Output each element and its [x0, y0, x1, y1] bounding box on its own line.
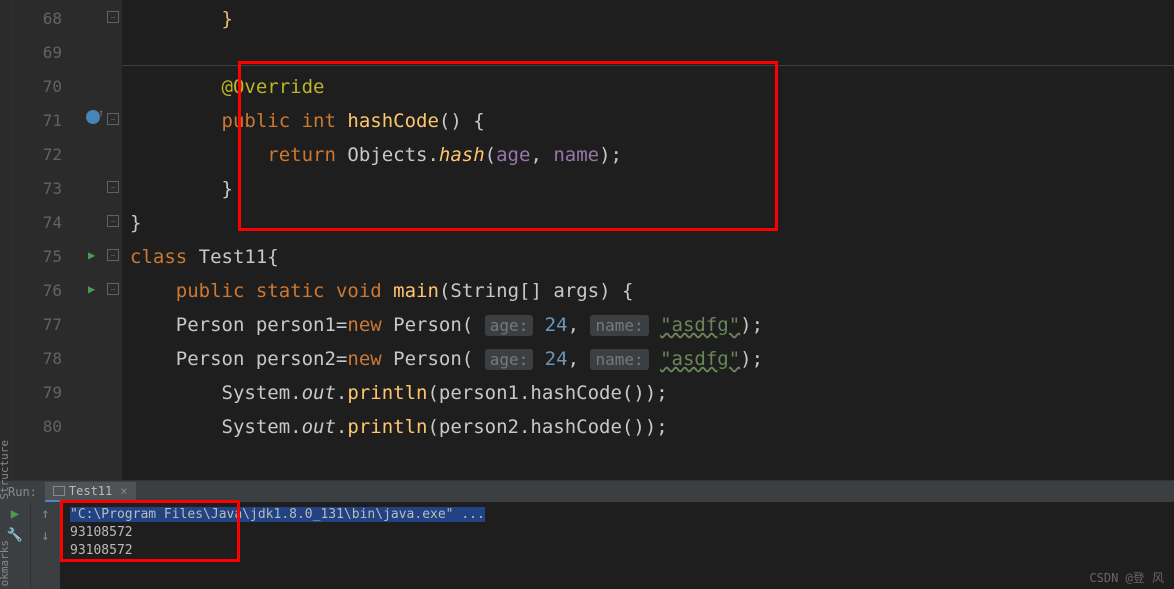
run-panel-header: Run: Test11 × — [0, 480, 1174, 502]
line-number[interactable]: 75 — [12, 240, 86, 274]
line-number[interactable]: 80 — [12, 410, 86, 444]
line-number[interactable]: 74 — [12, 206, 86, 240]
fold-icon[interactable]: − — [107, 283, 119, 295]
fold-icon[interactable]: − — [107, 215, 119, 227]
run-panel-body: ▶ 🔧 ↑ ↓ "C:\Program Files\Java\jdk1.8.0_… — [0, 502, 1174, 589]
structure-tab[interactable]: Structure — [0, 440, 11, 500]
console-output[interactable]: "C:\Program Files\Java\jdk1.8.0_131\bin\… — [60, 502, 1174, 589]
code-area[interactable]: } @Override public int hashCode() { retu… — [122, 0, 1174, 480]
line-number[interactable]: 78 — [12, 342, 86, 376]
line-number[interactable]: 68 — [12, 2, 86, 36]
code-line[interactable]: } — [122, 206, 1174, 240]
fold-icon[interactable]: − — [107, 11, 119, 23]
fold-icon[interactable]: − — [107, 249, 119, 261]
rerun-icon[interactable]: ▶ — [11, 506, 19, 522]
param-hint: age: — [485, 315, 534, 336]
code-line[interactable]: public int hashCode() { — [122, 104, 1174, 138]
down-icon[interactable]: ↓ — [41, 528, 49, 544]
run-tab[interactable]: Test11 × — [45, 482, 136, 502]
override-icon[interactable]: ↑ — [86, 110, 100, 124]
code-line[interactable]: public static void main(String[] args) { — [122, 274, 1174, 308]
gutter: 68 69 70 71 72 73 74 75 76 77 78 79 80 — [12, 0, 86, 480]
param-hint: name: — [590, 349, 648, 370]
code-line[interactable]: System.out.println(person2.hashCode()); — [122, 410, 1174, 444]
code-line[interactable]: } — [122, 2, 1174, 36]
console-line: 93108572 — [70, 524, 1164, 542]
line-number[interactable]: 69 — [12, 36, 86, 70]
line-number[interactable]: 76 — [12, 274, 86, 308]
run-tab-label: Test11 — [69, 484, 112, 498]
run-gutter-icon[interactable]: ▶ — [88, 282, 95, 296]
watermark: CSDN @登 风 — [1089, 569, 1164, 586]
method-separator — [122, 65, 1174, 66]
fold-icon[interactable]: − — [107, 113, 119, 125]
code-line[interactable]: System.out.println(person1.hashCode()); — [122, 376, 1174, 410]
code-line[interactable]: class Test11{ — [122, 240, 1174, 274]
fold-icon[interactable]: − — [107, 181, 119, 193]
line-number[interactable]: 72 — [12, 138, 86, 172]
param-hint: name: — [590, 315, 648, 336]
fold-column: − − − − − − — [104, 0, 122, 480]
editor-area: 68 69 70 71 72 73 74 75 76 77 78 79 80 ↑… — [0, 0, 1174, 480]
line-number[interactable]: 70 — [12, 70, 86, 104]
run-toolbar-right: ↑ ↓ — [30, 502, 60, 589]
code-line[interactable]: Person person1=new Person( age: 24, name… — [122, 308, 1174, 342]
run-gutter-icon[interactable]: ▶ — [88, 248, 95, 262]
window-icon — [53, 486, 65, 496]
code-line[interactable]: Person person2=new Person( age: 24, name… — [122, 342, 1174, 376]
gutter-marks: ↑ ▶ ▶ — [86, 0, 104, 480]
code-line[interactable]: return Objects.hash(age, name); — [122, 138, 1174, 172]
console-line: 93108572 — [70, 542, 1164, 560]
code-line[interactable]: } — [122, 172, 1174, 206]
bookmarks-tab[interactable]: okmarks — [0, 540, 11, 586]
param-hint: age: — [485, 349, 534, 370]
console-line: "C:\Program Files\Java\jdk1.8.0_131\bin\… — [70, 506, 1164, 524]
close-icon[interactable]: × — [120, 484, 127, 498]
left-sidebar — [0, 0, 12, 480]
line-number[interactable]: 73 — [12, 172, 86, 206]
line-number[interactable]: 71 — [12, 104, 86, 138]
up-icon[interactable]: ↑ — [41, 506, 49, 522]
code-line[interactable]: @Override — [122, 70, 1174, 104]
line-number[interactable]: 77 — [12, 308, 86, 342]
line-number[interactable]: 79 — [12, 376, 86, 410]
